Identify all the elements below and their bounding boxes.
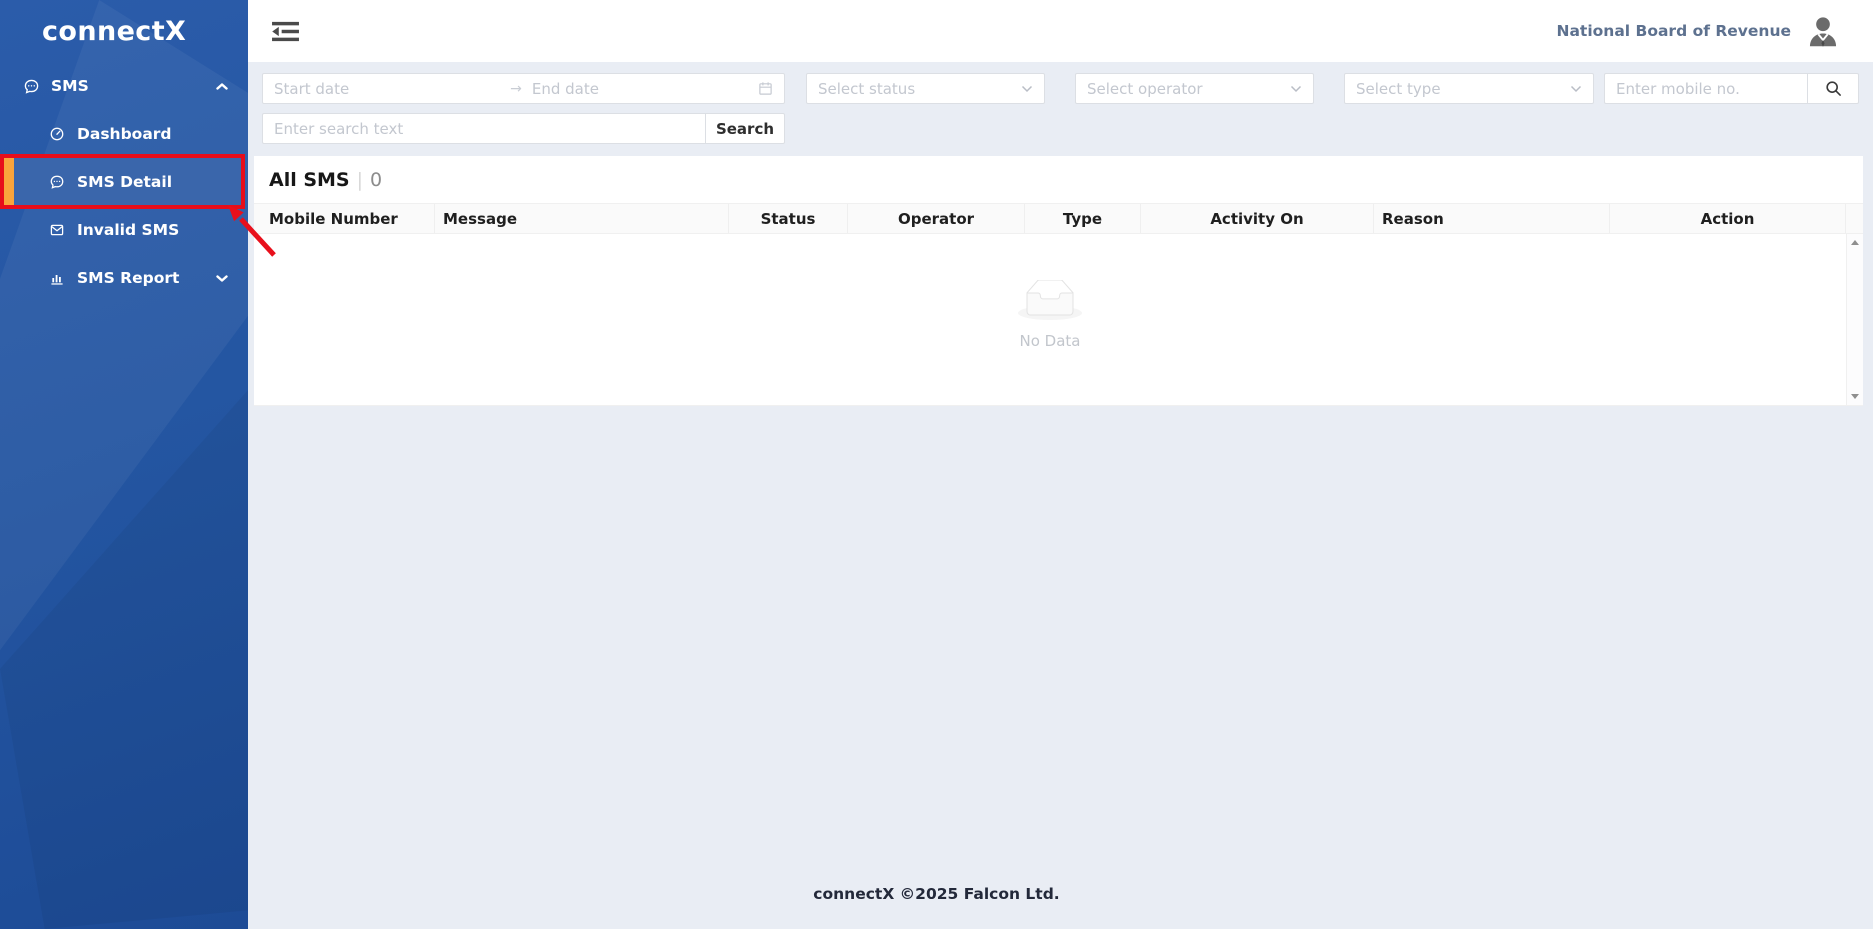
column-header-mobile-number: Mobile Number bbox=[254, 204, 435, 233]
column-header-message: Message bbox=[435, 204, 729, 233]
table-body: No Data bbox=[254, 234, 1863, 406]
scroll-down-icon[interactable] bbox=[1851, 394, 1859, 399]
filter-row-2: Search bbox=[262, 113, 1859, 144]
sms-table-card: All SMS | 0 Mobile Number Message Status… bbox=[254, 156, 1863, 406]
filter-row-1: → Select status Se bbox=[262, 73, 1859, 104]
table-header-row: Mobile Number Message Status Operator Ty… bbox=[254, 203, 1863, 234]
date-range-picker[interactable]: → bbox=[262, 73, 785, 104]
operator-select[interactable]: Select operator bbox=[1075, 73, 1314, 104]
sidebar: connectX SMS bbox=[0, 0, 248, 929]
search-button[interactable]: Search bbox=[705, 113, 785, 144]
chevron-up-icon bbox=[216, 82, 228, 91]
main-area: National Board of Revenue → bbox=[248, 0, 1873, 929]
vertical-scrollbar[interactable] bbox=[1846, 234, 1863, 405]
mobile-number-field[interactable] bbox=[1604, 73, 1807, 104]
search-text-field[interactable] bbox=[262, 113, 705, 144]
menu-fold-icon[interactable] bbox=[270, 19, 301, 44]
sidebar-item-label: SMS Detail bbox=[77, 173, 172, 191]
mail-icon bbox=[48, 221, 66, 239]
sidebar-menu: SMS Dashboard bbox=[0, 62, 248, 302]
sidebar-item-sms-detail[interactable]: SMS Detail bbox=[0, 158, 245, 206]
page-footer: connectX ©2025 Falcon Ltd. bbox=[0, 885, 1873, 903]
mobile-number-input[interactable] bbox=[1616, 80, 1796, 98]
sidebar-item-sms[interactable]: SMS bbox=[0, 62, 248, 110]
sidebar-item-label: Invalid SMS bbox=[77, 221, 179, 239]
chevron-down-icon bbox=[1570, 85, 1582, 93]
message-icon bbox=[48, 173, 66, 191]
user-avatar-icon bbox=[1805, 13, 1841, 49]
sidebar-item-label: SMS bbox=[51, 77, 89, 95]
end-date-input[interactable] bbox=[532, 80, 758, 98]
empty-box-icon bbox=[1018, 280, 1082, 321]
swap-right-icon: → bbox=[510, 82, 522, 96]
chevron-down-icon bbox=[1021, 85, 1033, 93]
app-window: connectX SMS bbox=[0, 0, 1873, 929]
message-icon bbox=[22, 77, 40, 95]
table-header-scrollbar-filler bbox=[1846, 204, 1863, 233]
status-select[interactable]: Select status bbox=[806, 73, 1045, 104]
record-count: 0 bbox=[370, 169, 382, 191]
search-icon bbox=[1825, 80, 1842, 97]
sidebar-item-sms-report[interactable]: SMS Report bbox=[0, 254, 248, 302]
dashboard-icon bbox=[48, 125, 66, 143]
empty-state-text: No Data bbox=[254, 332, 1846, 350]
search-text-input[interactable] bbox=[274, 120, 694, 138]
column-header-status: Status bbox=[729, 204, 848, 233]
column-header-reason: Reason bbox=[1374, 204, 1610, 233]
chevron-down-icon bbox=[1290, 85, 1302, 93]
empty-state: No Data bbox=[254, 280, 1846, 350]
user-menu[interactable]: National Board of Revenue bbox=[1557, 13, 1842, 49]
sidebar-item-dashboard[interactable]: Dashboard bbox=[0, 110, 248, 158]
mobile-search-button[interactable] bbox=[1807, 73, 1859, 104]
status-select-value: Select status bbox=[818, 80, 915, 98]
type-select[interactable]: Select type bbox=[1344, 73, 1594, 104]
sidebar-item-invalid-sms[interactable]: Invalid SMS bbox=[0, 206, 248, 254]
start-date-input[interactable] bbox=[274, 80, 500, 98]
column-header-operator: Operator bbox=[848, 204, 1025, 233]
calendar-icon bbox=[758, 81, 773, 96]
operator-select-value: Select operator bbox=[1087, 80, 1203, 98]
top-bar: National Board of Revenue bbox=[248, 0, 1873, 62]
card-header: All SMS | 0 bbox=[254, 156, 1863, 203]
column-header-activity-on: Activity On bbox=[1141, 204, 1374, 233]
card-title-separator: | bbox=[357, 169, 363, 191]
column-header-action: Action bbox=[1610, 204, 1846, 233]
sidebar-item-label: SMS Report bbox=[77, 269, 179, 287]
scroll-up-icon[interactable] bbox=[1851, 240, 1859, 245]
filter-bar: → Select status Se bbox=[248, 62, 1873, 156]
user-name: National Board of Revenue bbox=[1557, 22, 1792, 40]
chevron-down-icon bbox=[216, 274, 228, 283]
bar-chart-icon bbox=[48, 269, 66, 287]
card-title: All SMS bbox=[269, 169, 350, 191]
app-logo: connectX bbox=[0, 0, 248, 62]
column-header-type: Type bbox=[1025, 204, 1141, 233]
sidebar-item-label: Dashboard bbox=[77, 125, 172, 143]
type-select-value: Select type bbox=[1356, 80, 1441, 98]
